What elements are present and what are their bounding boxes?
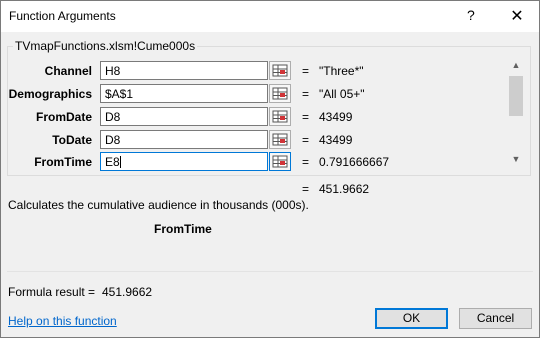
argument-equals: = (302, 155, 310, 169)
range-select-icon (272, 110, 288, 123)
title-bar: Function Arguments ? ✕ (1, 1, 539, 32)
help-on-function-link[interactable]: Help on this function (8, 314, 117, 328)
close-icon[interactable]: ✕ (509, 6, 525, 25)
argument-value-demographics: "All 05+" (319, 87, 365, 101)
argument-input-fromtime[interactable]: E8 (100, 152, 268, 171)
range-select-button-demographics[interactable] (269, 84, 291, 103)
function-arguments-dialog: Function Arguments ? ✕ TVmapFunctions.xl… (0, 0, 540, 338)
scroll-up-icon[interactable]: ▲ (508, 60, 524, 74)
help-icon[interactable]: ? (467, 7, 475, 23)
argument-value-todate: 43499 (319, 133, 353, 147)
argument-equals: = (302, 87, 310, 101)
argument-input-text: E8 (105, 155, 120, 169)
scrollbar-thumb[interactable] (509, 76, 523, 116)
ok-button[interactable]: OK (375, 308, 448, 329)
argument-value-fromdate: 43499 (319, 110, 353, 124)
argument-input-text: H8 (105, 64, 121, 78)
argument-label-todate: ToDate (52, 133, 92, 147)
function-result-value: 451.9662 (319, 182, 370, 196)
formula-result-label: Formula result = (8, 285, 96, 299)
argument-label-demographics: Demographics (8, 87, 92, 101)
arguments-scrollbar[interactable]: ▲ ▼ (508, 58, 524, 169)
range-select-icon (272, 64, 288, 77)
argument-input-text: D8 (105, 133, 121, 147)
function-description: Calculates the cumulative audience in th… (8, 198, 309, 212)
range-select-icon (272, 87, 288, 100)
range-select-icon (272, 155, 288, 168)
argument-description: FromTime (154, 222, 212, 236)
range-select-button-fromtime[interactable] (269, 152, 291, 171)
argument-value-fromtime: 0.791666667 (319, 155, 390, 169)
argument-equals: = (302, 64, 310, 78)
argument-equals: = (302, 110, 310, 124)
function-result-equals: = (302, 182, 310, 196)
range-select-icon (272, 133, 288, 146)
text-cursor (119, 156, 121, 168)
range-select-button-channel[interactable] (269, 61, 291, 80)
group-label: TVmapFunctions.xlsm!Cume000s (13, 39, 198, 53)
argument-input-channel[interactable]: H8 (100, 61, 268, 80)
divider (7, 271, 533, 272)
argument-value-channel: "Three*" (319, 64, 364, 78)
scroll-down-icon[interactable]: ▼ (508, 154, 524, 168)
range-select-button-todate[interactable] (269, 130, 291, 149)
argument-input-demographics[interactable]: $A$1 (100, 84, 268, 103)
argument-label-fromdate: FromDate (35, 110, 92, 124)
argument-input-text: D8 (105, 110, 121, 124)
cancel-button[interactable]: Cancel (459, 308, 532, 329)
argument-input-text: $A$1 (105, 87, 134, 101)
window-title: Function Arguments (9, 9, 116, 23)
argument-input-fromdate[interactable]: D8 (100, 107, 268, 126)
argument-label-fromtime: FromTime (34, 155, 92, 169)
formula-result-value: 451.9662 (102, 285, 153, 299)
argument-equals: = (302, 133, 310, 147)
range-select-button-fromdate[interactable] (269, 107, 291, 126)
argument-input-todate[interactable]: D8 (100, 130, 268, 149)
argument-label-channel: Channel (44, 64, 92, 78)
